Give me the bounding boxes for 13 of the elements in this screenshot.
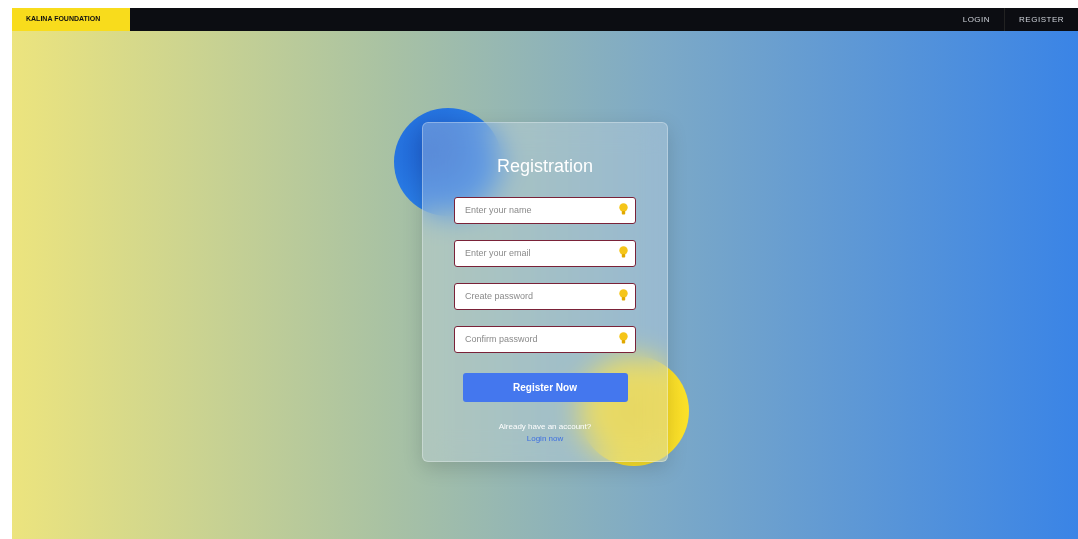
input-field[interactable]: Enter your name xyxy=(454,196,636,224)
nav-link[interactable]: REGISTER xyxy=(1004,8,1078,31)
lightbulb-icon xyxy=(619,332,628,344)
account-prompt: Already have an account? xyxy=(498,421,592,433)
input-field[interactable]: Create password xyxy=(454,282,636,310)
lightbulb-icon xyxy=(619,289,628,301)
lightbulb-icon xyxy=(619,203,628,215)
form-title: Registration xyxy=(496,155,593,178)
nav-link[interactable]: LOGIN xyxy=(948,8,1005,31)
input-field[interactable]: Enter your email xyxy=(454,239,636,267)
input-field[interactable]: Confirm password xyxy=(454,325,636,353)
lightbulb-icon xyxy=(619,246,628,258)
register-button[interactable]: Register Now xyxy=(462,373,628,402)
